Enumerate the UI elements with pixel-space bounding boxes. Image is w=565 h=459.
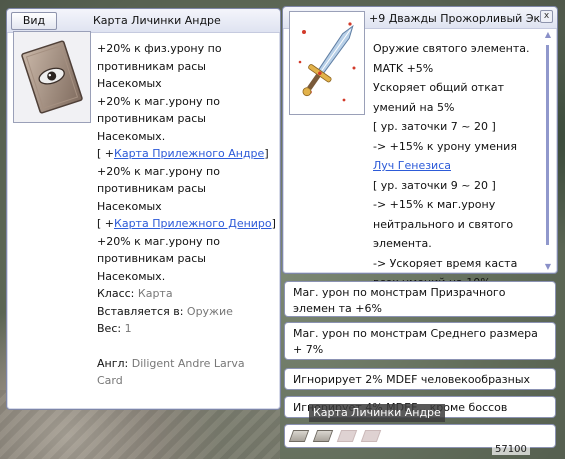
class-label: Класс: [97,287,135,300]
item-desc-line: [ ур. заточки 9 ~ 20 ] [373,178,496,192]
item-window-title: +9 Дважды Прожорливый Эк... [369,12,541,25]
card-desc-line: Насекомых [97,199,162,213]
item-desc-line: [ ур. заточки 7 ~ 20 ] [373,120,496,133]
combo-prefix: [ + [97,147,115,160]
item-desc-line: Ускоряет общий откат [373,81,504,94]
card-desc-line: Насекомых. [97,269,166,283]
card-desc-line: противникам расы [97,182,206,195]
combo-card-link[interactable]: Карта Прилежного Дениро [114,217,272,230]
item-description: Оружие святого элемента. MATK +5% Ускоря… [373,39,545,293]
combo-card-link[interactable]: Карта Прилежного Андре [114,147,264,160]
card-slot-empty[interactable] [336,430,358,442]
item-scrollbar[interactable]: ▲ ▼ [543,31,553,271]
card-slot-empty[interactable] [360,430,382,442]
insert-label: Вставляется в: [97,304,184,318]
weight-value: 1 [124,322,132,335]
holy-sword-icon [298,22,356,102]
card-desc-line: +20% к физ.урону по [97,42,222,55]
combo-suffix: ] [264,147,269,160]
combo-prefix: [ + [97,217,115,230]
item-desc-line: -> +15% к маг.урону [373,198,496,211]
card-desc-line: противникам расы [97,112,206,125]
item-desc-line: -> +15% к урону умения [373,139,517,153]
card-image [13,31,91,123]
card-window-title: Карта Личинки Андре [93,14,221,27]
item-desc-line: -> Ускоряет время каста [373,256,518,270]
item-desc-line: MATK +5% [373,61,434,75]
weight-label: Вес: [97,322,122,335]
insert-value: Оружие [186,304,233,318]
option-row: Маг. урон по монстрам Среднего размера +… [284,322,556,360]
combo-line: [ +Карта Прилежного Дениро] [97,215,277,233]
card-slot-filled[interactable] [312,430,334,442]
item-desc-line: Оружие святого элемента. [373,42,530,55]
item-image [289,11,365,115]
card-insert-row: Вставляется в: Оружие [97,303,277,321]
hp-counter: 57100 [492,444,530,455]
card-desc-line: Насекомых. [97,129,166,143]
item-desc-line: умений на 5% [373,100,455,114]
view-button[interactable]: Вид [11,12,57,30]
card-eye-icon [21,40,83,114]
card-window-title-bar[interactable]: Вид Карта Личинки Андре [7,9,280,33]
card-slot-filled[interactable] [288,430,310,442]
eng-value-cont: Card [97,374,123,387]
card-weight-row: Вес: 1 [97,320,277,338]
card-description: +20% к физ.урону по противникам расы Нас… [97,40,277,390]
card-class-row: Класс: Карта [97,285,277,303]
card-desc-line: противникам расы [97,59,206,73]
item-info-window: +9 Дважды Прожорливый Эк... x Оружие свя… [282,6,558,289]
card-desc-line: +20% к маг.урону по [97,94,220,108]
scroll-up-icon[interactable]: ▲ [543,31,553,39]
class-value: Карта [137,287,173,300]
eng-label: Англ: [97,356,129,370]
scroll-thumb[interactable] [546,45,549,245]
card-tooltip: Карта Личинки Андре [309,404,445,422]
card-eng-row: Англ: Diligent Andre Larva [97,355,277,373]
combo-line: [ +Карта Прилежного Андре] [97,145,277,163]
card-desc-line: противникам расы [97,252,206,265]
skill-link-line: Луч Генезиса [373,156,545,176]
item-desc-line: элемента. [373,237,432,250]
scroll-down-icon[interactable]: ▼ [543,263,553,271]
skill-link[interactable]: Луч Генезиса [373,159,451,172]
card-desc-line: +20% к маг.урону по [97,164,220,178]
close-icon[interactable]: x [540,10,553,23]
card-info-window: Вид Карта Личинки Андре +20% к физ.урону… [6,8,281,410]
card-desc-line: +20% к маг.урону по [97,234,220,248]
option-row: Игнорирует 2% MDEF человекообразных [284,368,556,390]
combo-suffix: ] [271,217,276,230]
eng-value: Diligent Andre Larva [131,356,245,370]
item-desc-line: нейтрального и святого [373,217,514,231]
option-row: Маг. урон по монстрам Призрачного элемен… [284,281,556,317]
card-desc-line: Насекомых [97,77,162,90]
